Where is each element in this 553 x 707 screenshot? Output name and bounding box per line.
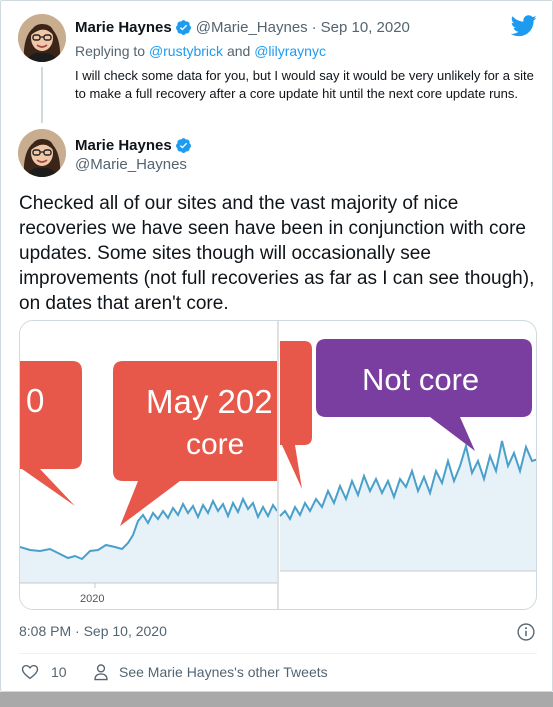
axis-year-label: 2020: [80, 593, 104, 605]
other-tweets-label: See Marie Haynes's other Tweets: [119, 664, 328, 680]
heart-icon: [21, 664, 39, 680]
author-name[interactable]: Marie Haynes: [75, 19, 172, 36]
bubble-fragment-label: 0: [26, 382, 44, 419]
verified-badge-icon: [175, 20, 191, 35]
info-icon[interactable]: [516, 622, 536, 642]
main-author-block: Marie Haynes @Marie_Haynes: [75, 137, 196, 173]
divider: [19, 653, 537, 654]
tweet-media-image[interactable]: 0 May 202 core 2020 Not core: [19, 320, 537, 610]
replying-prefix: Replying to: [75, 43, 146, 59]
reply-header: Marie Haynes @Marie_Haynes · Sep 10, 202…: [75, 19, 410, 36]
meta-separator: ·: [311, 19, 317, 36]
page-bottom-strip: [0, 692, 553, 707]
author-name[interactable]: Marie Haynes: [75, 137, 172, 154]
tweet-card: Marie Haynes @Marie_Haynes · Sep 10, 202…: [0, 0, 553, 692]
verified-badge-icon: [175, 138, 191, 153]
twitter-bird-icon[interactable]: [511, 15, 537, 37]
mention-link[interactable]: @lilyraynyc: [254, 43, 326, 59]
replying-and: and: [226, 43, 251, 59]
main-tweet-text: Checked all of our sites and the vast ma…: [19, 193, 535, 314]
like-count: 10: [51, 664, 67, 680]
tweet-timestamp[interactable]: 8:08 PM · Sep 10, 2020: [19, 623, 167, 639]
may-bubble-line-1: May 202: [146, 383, 273, 420]
left-chart-panel: [20, 321, 278, 609]
avatar[interactable]: [18, 14, 66, 62]
may-bubble-line-2: core: [186, 428, 244, 461]
avatar[interactable]: [18, 129, 66, 177]
mention-link[interactable]: @rustybrick: [149, 43, 223, 59]
reply-tweet-text: I will check some data for you, but I wo…: [75, 68, 534, 101]
thread-line: [41, 67, 43, 123]
author-handle[interactable]: @Marie_Haynes: [75, 156, 196, 173]
tweet-date[interactable]: Sep 10, 2020: [321, 19, 410, 36]
person-icon: [94, 664, 108, 681]
author-handle[interactable]: @Marie_Haynes: [196, 19, 308, 36]
other-tweets-link[interactable]: See Marie Haynes's other Tweets: [93, 663, 328, 681]
replying-to: Replying to @rustybrick and @lilyraynyc: [75, 43, 326, 59]
not-core-bubble-label: Not core: [362, 362, 479, 397]
like-button[interactable]: 10: [21, 663, 67, 681]
